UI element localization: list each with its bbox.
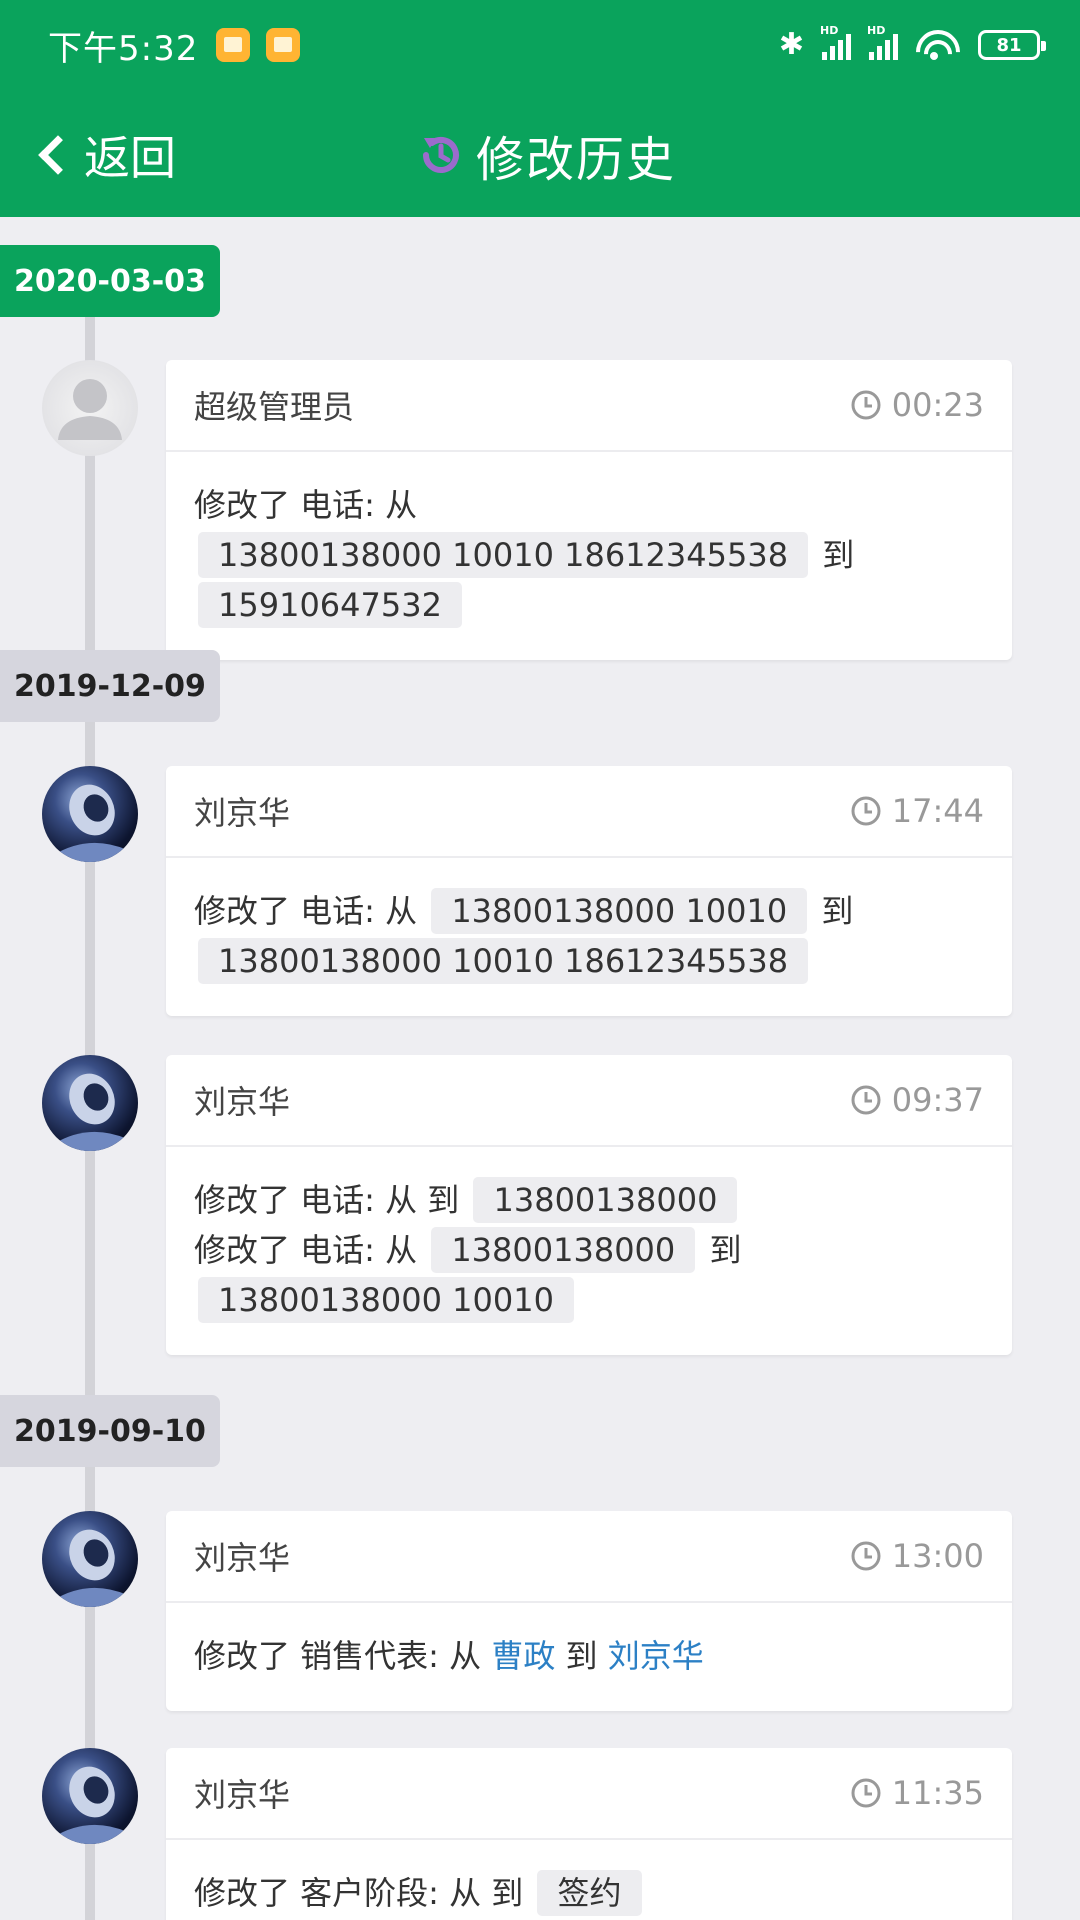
change-text: 修改了 客户阶段: 从 到 [194,1874,524,1912]
change-text: 修改了 电话: 从 [194,892,418,930]
card-header: 刘京华 11:35 [166,1748,1012,1840]
entry-time: 11:35 [850,1774,984,1812]
astronaut-avatar-icon [52,1073,132,1151]
history-card: 刘京华 13:00 修改了 销售代表: 从 曹政 到 刘京华 [166,1511,1012,1711]
card-body: 修改了 客户阶段: 从 到 签约 [166,1840,1012,1920]
date-label: 2019-09-10 [0,1395,220,1467]
history-card: 超级管理员 00:23 修改了 电话: 从 13800138000 10010 … [166,360,1012,660]
change-text: 修改了 电话: 从 [194,1231,418,1269]
astronaut-avatar-icon [52,1766,132,1844]
author-name: 刘京华 [194,794,291,832]
card-header: 超级管理员 00:23 [166,360,1012,452]
change-line: 修改了 客户阶段: 从 到 签约 [194,1868,984,1918]
time-text: 17:44 [891,792,984,830]
default-user-icon [58,379,122,440]
time-text: 00:23 [891,386,984,424]
entry-time: 09:37 [850,1081,984,1119]
status-time: 下午5:32 [48,28,199,69]
clock-icon [851,390,881,420]
history-icon [423,137,459,173]
to-text: 到 [822,536,855,574]
history-card: 刘京华 17:44 修改了 电话: 从 13800138000 10010 到 … [166,766,1012,1016]
card-header: 刘京华 09:37 [166,1055,1012,1147]
card-body: 修改了 销售代表: 从 曹政 到 刘京华 [166,1603,1012,1711]
to-text: 到 [821,892,854,930]
nav-bar: 返回 修改历史 [0,105,1080,205]
author-name: 刘京华 [194,1083,291,1121]
to-text: 到 [565,1637,598,1675]
card-body: 修改了 电话: 从 13800138000 10010 到 1380013800… [166,858,1012,1016]
card-header: 刘京华 13:00 [166,1511,1012,1603]
status-icons: ✱ HD HD 81 [778,24,1046,62]
old-rep-link[interactable]: 曹政 [491,1637,555,1675]
notification-book-icon [266,28,301,62]
time-text: 09:37 [891,1081,984,1119]
clock-icon [851,1541,881,1571]
astronaut-avatar-icon [52,1529,132,1607]
battery-level: 81 [996,34,1022,56]
history-card: 刘京华 11:35 修改了 客户阶段: 从 到 签约 [166,1748,1012,1920]
change-line: 修改了 电话: 从 13800138000 到 13800138000 1001… [194,1225,984,1325]
signal-icon-2: HD [867,24,898,60]
change-line: 修改了 电话: 从 到 13800138000 [194,1175,984,1225]
entry-time: 17:44 [850,792,984,830]
signal-hd-label: HD [820,24,839,37]
chevron-left-icon [38,135,78,175]
battery-icon: 81 [978,30,1046,60]
new-value-tag: 13800138000 10010 18612345538 [198,938,809,984]
change-line: 修改了 电话: 从 13800138000 10010 18612345538 … [194,480,984,630]
app: 下午5:32 ✱ HD HD 81 返回 修改历史 2020-03-03 超级管… [0,0,1080,1920]
entry-time: 13:00 [850,1537,984,1575]
avatar [42,1055,138,1151]
avatar [42,360,138,456]
page-title-text: 修改历史 [476,132,677,188]
change-text: 修改了 销售代表: 从 [194,1637,482,1675]
new-value-tag: 签约 [537,1870,642,1916]
avatar [42,1511,138,1607]
status-bar: 下午5:32 ✱ HD HD 81 [0,0,1080,90]
change-line: 修改了 电话: 从 13800138000 10010 到 1380013800… [194,886,984,986]
author-name: 刘京华 [194,1776,291,1814]
page-title: 修改历史 [418,123,677,188]
clock-icon [851,796,881,826]
time-text: 11:35 [891,1774,984,1812]
avatar [42,1748,138,1844]
old-value-tag: 13800138000 [431,1227,696,1273]
back-label: 返回 [84,131,176,185]
header: 下午5:32 ✱ HD HD 81 返回 修改历史 [0,0,1080,217]
clock-icon [851,1085,881,1115]
change-text: 修改了 电话: 从 到 [194,1181,460,1219]
date-label: 2019-12-09 [0,650,220,722]
card-body: 修改了 电话: 从 到 13800138000 修改了 电话: 从 138001… [166,1147,1012,1355]
new-rep-link[interactable]: 刘京华 [608,1637,704,1675]
clock-icon [851,1778,881,1808]
author-name: 超级管理员 [194,388,355,426]
signal-hd-label-2: HD [867,24,886,37]
avatar [42,766,138,862]
old-value-tag: 13800138000 10010 [431,888,808,934]
change-line: 修改了 销售代表: 从 曹政 到 刘京华 [194,1631,984,1681]
old-value-tag: 13800138000 10010 18612345538 [198,532,809,578]
back-button[interactable]: 返回 [30,123,176,187]
entry-time: 00:23 [850,386,984,424]
card-body: 修改了 电话: 从 13800138000 10010 18612345538 … [166,452,1012,660]
wifi-icon [916,28,960,62]
new-value-tag: 15910647532 [198,582,462,628]
new-value-tag: 13800138000 [473,1177,738,1223]
notification-app-icon [216,28,251,62]
card-header: 刘京华 17:44 [166,766,1012,858]
to-text: 到 [709,1231,742,1269]
author-name: 刘京华 [194,1539,291,1577]
change-text: 修改了 电话: 从 [194,486,418,524]
time-text: 13:00 [891,1537,984,1575]
bluetooth-icon: ✱ [778,27,804,62]
astronaut-avatar-icon [52,784,132,862]
new-value-tag: 13800138000 10010 [198,1277,574,1323]
date-label: 2020-03-03 [0,245,220,317]
signal-icon: HD [820,24,851,60]
history-card: 刘京华 09:37 修改了 电话: 从 到 13800138000 修改了 电话… [166,1055,1012,1355]
